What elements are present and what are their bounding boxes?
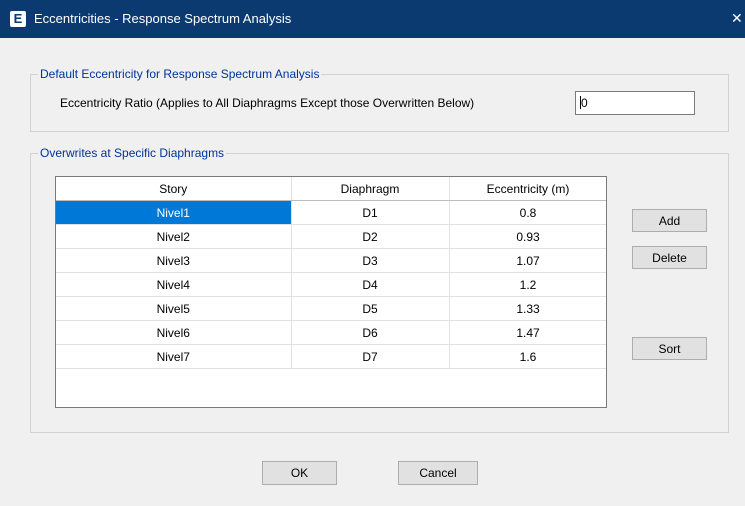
cell-eccentricity[interactable]: 0.8 xyxy=(449,200,606,225)
table-header-row: Story Diaphragm Eccentricity (m) xyxy=(56,177,606,201)
diaphragm-eccentricity-table[interactable]: Story Diaphragm Eccentricity (m) Nivel1 … xyxy=(55,176,607,408)
sort-button[interactable]: Sort xyxy=(632,337,707,360)
cell-eccentricity[interactable]: 0.93 xyxy=(449,224,606,249)
column-header-diaphragm[interactable]: Diaphragm xyxy=(291,177,450,201)
cell-diaphragm[interactable]: D7 xyxy=(291,344,450,369)
cancel-button[interactable]: Cancel xyxy=(398,461,478,485)
table-row[interactable]: Nivel1 D1 0.8 xyxy=(56,200,606,225)
cell-diaphragm[interactable]: D1 xyxy=(291,200,450,225)
cell-story[interactable]: Nivel3 xyxy=(56,248,292,273)
app-icon: E xyxy=(10,11,26,27)
column-header-eccentricity[interactable]: Eccentricity (m) xyxy=(449,177,606,201)
cell-story[interactable]: Nivel7 xyxy=(56,344,292,369)
table-row[interactable]: Nivel5 D5 1.33 xyxy=(56,296,606,321)
window-title: Eccentricities - Response Spectrum Analy… xyxy=(34,11,292,26)
cell-eccentricity[interactable]: 1.33 xyxy=(449,296,606,321)
cell-diaphragm[interactable]: D3 xyxy=(291,248,450,273)
cell-eccentricity[interactable]: 1.47 xyxy=(449,320,606,345)
eccentricity-ratio-label: Eccentricity Ratio (Applies to All Diaph… xyxy=(60,96,475,110)
table-row[interactable]: Nivel2 D2 0.93 xyxy=(56,224,606,249)
eccentricity-ratio-input[interactable]: 0 xyxy=(575,91,695,115)
table-row[interactable]: Nivel7 D7 1.6 xyxy=(56,344,606,369)
cell-eccentricity[interactable]: 1.2 xyxy=(449,272,606,297)
table-row[interactable]: Nivel3 D3 1.07 xyxy=(56,248,606,273)
cell-eccentricity[interactable]: 1.07 xyxy=(449,248,606,273)
overwrites-legend: Overwrites at Specific Diaphragms xyxy=(38,146,227,160)
table-row[interactable]: Nivel6 D6 1.47 xyxy=(56,320,606,345)
cell-story[interactable]: Nivel6 xyxy=(56,320,292,345)
title-bar[interactable]: E Eccentricities - Response Spectrum Ana… xyxy=(0,0,745,38)
delete-button[interactable]: Delete xyxy=(632,246,707,269)
cell-eccentricity[interactable]: 1.6 xyxy=(449,344,606,369)
close-icon[interactable]: ✕ xyxy=(731,10,743,26)
eccentricity-ratio-value: 0 xyxy=(581,96,588,110)
default-eccentricity-legend: Default Eccentricity for Response Spectr… xyxy=(38,67,322,81)
cell-story[interactable]: Nivel5 xyxy=(56,296,292,321)
cell-diaphragm[interactable]: D2 xyxy=(291,224,450,249)
cell-story[interactable]: Nivel2 xyxy=(56,224,292,249)
add-button[interactable]: Add xyxy=(632,209,707,232)
cell-story[interactable]: Nivel4 xyxy=(56,272,292,297)
cell-diaphragm[interactable]: D5 xyxy=(291,296,450,321)
cell-story[interactable]: Nivel1 xyxy=(56,200,292,225)
cell-diaphragm[interactable]: D4 xyxy=(291,272,450,297)
table-row[interactable]: Nivel4 D4 1.2 xyxy=(56,272,606,297)
column-header-story[interactable]: Story xyxy=(56,177,292,201)
cell-diaphragm[interactable]: D6 xyxy=(291,320,450,345)
ok-button[interactable]: OK xyxy=(262,461,337,485)
